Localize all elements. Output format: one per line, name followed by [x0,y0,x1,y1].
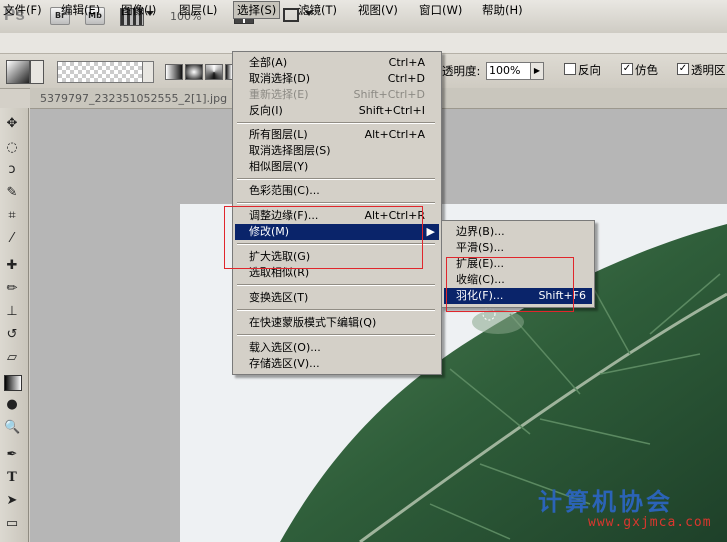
menu-item-reselect: 重新选择(E) Shift+Ctrl+D [249,88,425,101]
menu-select[interactable]: 选择(S) [233,1,281,19]
gradient-tool-icon[interactable] [4,375,22,391]
tool-preset-dropdown[interactable] [30,60,44,84]
menu-item-quick-mask[interactable]: 在快速蒙版模式下编辑(Q) [235,315,439,331]
gradient-picker-swatch[interactable] [57,61,143,83]
gradient-dropdown-button[interactable] [142,61,154,83]
menu-layer[interactable]: 图层(L) [176,2,220,18]
path-selection-tool-icon[interactable]: ➤ [4,493,20,509]
menu-item-load-selection[interactable]: 载入选区(O)... [235,340,439,356]
submenu-item-smooth[interactable]: 平滑(S)... [444,240,592,256]
linear-gradient-icon[interactable] [165,64,183,80]
watermark-title: 计算机协会 [538,488,673,516]
reverse-checkbox[interactable] [564,63,576,75]
quick-selection-tool-icon[interactable]: ✎ [4,185,20,201]
opacity-label: 透明度: [442,64,481,78]
menu-image[interactable]: 图像(I) [118,2,159,18]
submenu-item-border[interactable]: 边界(B)... [444,224,592,240]
opacity-input[interactable]: 100% [486,62,532,80]
menu-separator [237,334,435,336]
healing-brush-tool-icon[interactable]: ✚ [4,258,20,274]
angle-gradient-icon[interactable] [205,64,223,80]
menu-item-inverse[interactable]: 反向(I) Shift+Ctrl+I [235,103,439,119]
crop-tool-icon[interactable]: ⌗ [4,208,20,224]
shape-tool-icon[interactable]: ▭ [4,516,20,532]
menu-item-color-range[interactable]: 色彩范围(C)... [235,183,439,199]
document-tab-title[interactable]: 5379797_232351052555_2[1].jpg [40,92,227,105]
type-tool-icon[interactable]: T [4,470,20,486]
reverse-label: 反向 [578,63,601,77]
menu-separator [237,122,435,124]
lasso-tool-icon[interactable]: ↄ [4,162,20,178]
menu-separator [237,178,435,180]
brush-tool-icon[interactable]: ✏ [4,281,20,297]
dodge-tool-icon[interactable]: 🔍 [4,420,20,436]
transparency-label: 透明区 [691,63,726,77]
annotation-highlight-box [446,257,574,312]
pen-tool-icon[interactable]: ✒ [4,447,20,463]
eyedropper-tool-icon[interactable]: ⁄ [4,231,20,247]
menu-item-all[interactable]: 全部(A) Ctrl+A [235,55,439,71]
menu-separator [237,284,435,286]
history-brush-tool-icon[interactable]: ↺ [4,327,20,343]
menu-edit[interactable]: 编辑(E) [58,2,103,18]
move-tool-icon[interactable]: ✥ [4,116,20,132]
menu-item-transform-selection[interactable]: 变换选区(T) [235,290,439,306]
menu-filter[interactable]: 滤镜(T) [295,2,340,18]
radial-gradient-icon[interactable] [185,64,203,80]
opacity-slider-button[interactable]: ▶ [530,62,544,80]
submenu-arrow-icon: ▶ [426,225,435,238]
menu-item-all-layers[interactable]: 所有图层(L) Alt+Ctrl+A [235,127,439,143]
menu-file[interactable]: 文件(F) [0,2,45,18]
transparency-checkbox[interactable]: ✓ [677,63,689,75]
menu-separator [237,202,435,204]
eraser-tool-icon[interactable]: ▱ [4,350,20,366]
clone-stamp-tool-icon[interactable]: ⊥ [4,304,20,320]
watermark-url: www.gxjmca.com [588,515,712,530]
dither-checkbox[interactable]: ✓ [621,63,633,75]
menu-view[interactable]: 视图(V) [355,2,401,18]
menu-separator [237,309,435,311]
marquee-tool-icon[interactable]: ◌ [4,140,20,156]
menu-item-deselect-layers[interactable]: 取消选择图层(S) [235,143,439,159]
menu-item-similar-layers[interactable]: 相似图层(Y) [235,159,439,175]
menu-item-deselect[interactable]: 取消选择(D) Ctrl+D [235,71,439,87]
menu-window[interactable]: 窗口(W) [416,2,465,18]
dither-label: 仿色 [635,63,658,77]
gradient-tool-preset-icon[interactable] [6,60,30,84]
menu-item-save-selection[interactable]: 存储选区(V)... [235,356,439,372]
blur-tool-icon[interactable]: ● [4,397,20,413]
menu-help[interactable]: 帮助(H) [479,2,526,18]
annotation-highlight-box [224,206,423,269]
